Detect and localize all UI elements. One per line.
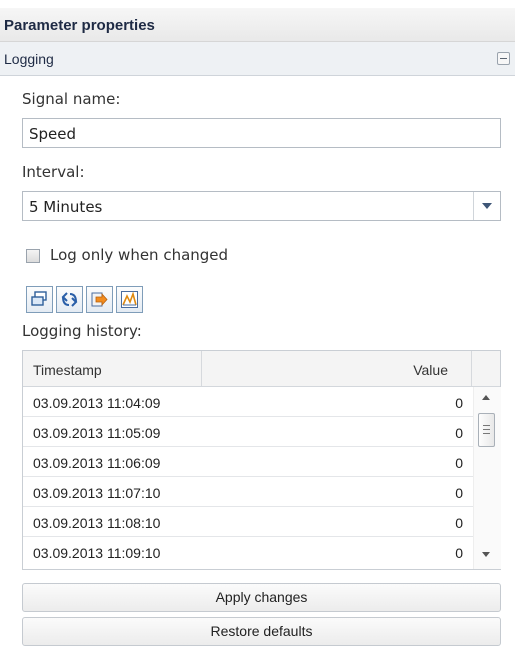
scroll-thumb[interactable] xyxy=(478,413,495,447)
export-icon[interactable] xyxy=(86,286,113,313)
chart-icon[interactable] xyxy=(116,286,143,313)
log-only-changed-checkbox[interactable] xyxy=(26,249,40,263)
vertical-scrollbar[interactable] xyxy=(473,387,501,569)
interval-value: 5 Minutes xyxy=(29,198,103,216)
refresh-icon[interactable] xyxy=(56,286,83,313)
scroll-down-icon[interactable] xyxy=(482,552,490,557)
column-header-timestamp[interactable]: Timestamp xyxy=(33,362,102,378)
interval-label: Interval: xyxy=(22,163,85,181)
column-header-value[interactable]: Value xyxy=(413,362,448,378)
signal-name-label: Signal name: xyxy=(22,90,121,108)
collapse-icon[interactable] xyxy=(497,52,510,65)
value-cell: 0 xyxy=(455,485,463,501)
panel-title: Parameter properties xyxy=(0,8,515,42)
value-cell: 0 xyxy=(455,545,463,561)
value-cell: 0 xyxy=(455,395,463,411)
grid-header: Timestamp Value xyxy=(23,351,500,387)
logging-history-label: Logging history: xyxy=(22,322,142,340)
restore-defaults-button[interactable]: Restore defaults xyxy=(22,617,501,646)
table-row[interactable]: 03.09.2013 11:06:09 0 xyxy=(23,447,473,477)
timestamp-cell: 03.09.2013 11:06:09 xyxy=(33,455,161,471)
table-row[interactable]: 03.09.2013 11:09:10 0 xyxy=(23,537,473,567)
timestamp-cell: 03.09.2013 11:09:10 xyxy=(33,545,161,561)
table-row[interactable]: 03.09.2013 11:05:09 0 xyxy=(23,417,473,447)
signal-name-input[interactable]: Speed xyxy=(22,118,501,148)
timestamp-cell: 03.09.2013 11:05:09 xyxy=(33,425,161,441)
interval-select[interactable]: 5 Minutes xyxy=(22,191,501,221)
logging-section-header[interactable]: Logging xyxy=(0,42,515,76)
table-row[interactable]: 03.09.2013 11:07:10 0 xyxy=(23,477,473,507)
value-cell: 0 xyxy=(455,515,463,531)
apply-changes-button[interactable]: Apply changes xyxy=(22,583,501,612)
section-title: Logging xyxy=(4,51,54,67)
value-cell: 0 xyxy=(455,455,463,471)
log-only-changed-label: Log only when changed xyxy=(50,246,229,264)
window-icon[interactable] xyxy=(26,286,53,313)
signal-name-value: Speed xyxy=(29,125,77,143)
chevron-down-icon[interactable] xyxy=(473,192,500,220)
timestamp-cell: 03.09.2013 11:07:10 xyxy=(33,485,161,501)
timestamp-cell: 03.09.2013 11:04:09 xyxy=(33,395,161,411)
table-row[interactable]: 03.09.2013 11:08:10 0 xyxy=(23,507,473,537)
value-cell: 0 xyxy=(455,425,463,441)
scroll-up-icon[interactable] xyxy=(482,395,490,400)
timestamp-cell: 03.09.2013 11:08:10 xyxy=(33,515,161,531)
table-row[interactable]: 03.09.2013 11:04:09 0 xyxy=(23,387,473,417)
logging-history-grid: Timestamp Value 03.09.2013 11:04:09 0 03… xyxy=(22,350,501,570)
